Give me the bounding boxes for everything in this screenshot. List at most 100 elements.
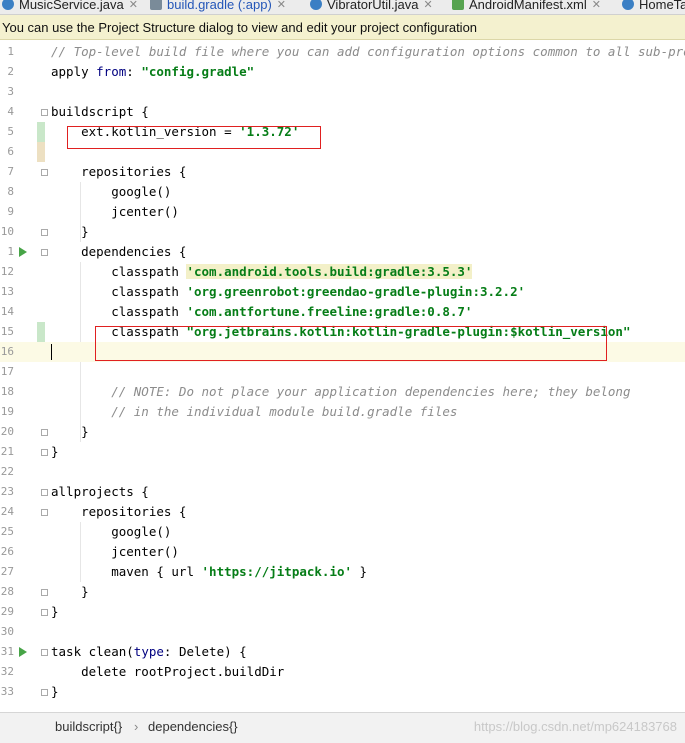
editor-tab-bar: MusicService.java ✕ build.gradle (:app) ✕ …: [0, 0, 685, 15]
code-text: // Top-level build file where you can ad…: [51, 44, 685, 59]
code-line[interactable]: 31 task clean(type: Delete) {: [0, 642, 685, 662]
close-icon[interactable]: ✕: [592, 0, 601, 11]
code-line[interactable]: 1 dependencies {: [0, 242, 685, 262]
manifest-icon: [452, 0, 464, 10]
code-line[interactable]: 30: [0, 622, 685, 642]
code-line[interactable]: 28 }: [0, 582, 685, 602]
code-text: allprojects {: [51, 484, 149, 499]
line-number: 23: [0, 485, 14, 498]
tab-label: build.gradle (:app): [167, 0, 272, 12]
tab-build-gradle[interactable]: build.gradle (:app) ✕: [150, 0, 286, 14]
code-text: classpath 'org.greenrobot:greendao-gradl…: [51, 284, 526, 299]
breadcrumb-item-buildscript[interactable]: buildscript{}: [55, 713, 122, 741]
code-line[interactable]: 1 // Top-level build file where you can a…: [0, 42, 685, 62]
tab-label: AndroidManifest.xml: [469, 0, 587, 12]
code-line[interactable]: 17: [0, 362, 685, 382]
line-number: 33: [0, 685, 14, 698]
code-text: }: [51, 584, 89, 599]
banner-text: You can use the Project Structure dialog…: [2, 20, 478, 35]
code-line[interactable]: 3: [0, 82, 685, 102]
code-text: jcenter(): [51, 544, 179, 559]
chevron-right-icon: ›: [134, 719, 139, 734]
code-line[interactable]: 14 classpath 'com.antfortune.freeline:gr…: [0, 302, 685, 322]
project-structure-banner: You can use the Project Structure dialog…: [0, 15, 685, 40]
code-text: classpath 'com.antfortune.freeline:gradl…: [51, 304, 473, 319]
line-number: 32: [0, 665, 14, 678]
code-text: google(): [51, 184, 172, 199]
line-number: 17: [0, 365, 14, 378]
line-number: 16: [0, 345, 14, 358]
code-text: delete rootProject.buildDir: [51, 664, 285, 679]
tab-music-service[interactable]: MusicService.java ✕: [2, 0, 138, 14]
line-number: 26: [0, 545, 14, 558]
close-icon[interactable]: ✕: [129, 0, 138, 11]
code-line[interactable]: 33}: [0, 682, 685, 702]
code-line[interactable]: 8 google(): [0, 182, 685, 202]
code-line[interactable]: 27 maven { url 'https://jitpack.io' }: [0, 562, 685, 582]
code-text: apply from: "config.gradle": [51, 64, 255, 79]
line-number: 7: [7, 165, 14, 178]
line-number: 2: [7, 65, 14, 78]
highlight-box: [67, 126, 321, 149]
line-number: 20: [0, 425, 14, 438]
code-line[interactable]: 4 buildscript {: [0, 102, 685, 122]
code-line[interactable]: 18 // NOTE: Do not place your applicatio…: [0, 382, 685, 402]
code-text: buildscript {: [51, 104, 149, 119]
code-line[interactable]: 24 repositories {: [0, 502, 685, 522]
code-text: repositories {: [51, 504, 187, 519]
line-number: 13: [0, 285, 14, 298]
code-text: dependencies {: [51, 244, 187, 259]
breadcrumb-item-dependencies[interactable]: dependencies{}: [148, 713, 238, 741]
tab-home[interactable]: HomeTa: [622, 0, 685, 14]
gradle-icon: [150, 0, 162, 10]
code-text: task clean(type: Delete) {: [51, 644, 247, 659]
code-line[interactable]: 10 }: [0, 222, 685, 242]
code-line[interactable]: 9 jcenter(): [0, 202, 685, 222]
code-text: }: [51, 684, 59, 699]
text-caret: [51, 344, 52, 360]
code-text: maven { url 'https://jitpack.io' }: [51, 564, 368, 579]
code-line[interactable]: 19 // in the individual module build.gra…: [0, 402, 685, 422]
code-line[interactable]: 25 google(): [0, 522, 685, 542]
code-line[interactable]: 26 jcenter(): [0, 542, 685, 562]
tab-label: HomeTa: [639, 0, 685, 12]
code-line[interactable]: 32 delete rootProject.buildDir: [0, 662, 685, 682]
code-line[interactable]: 2 apply from: "config.gradle": [0, 62, 685, 82]
code-line[interactable]: 13 classpath 'org.greenrobot:greendao-gr…: [0, 282, 685, 302]
code-text: }: [51, 224, 89, 239]
line-number: 18: [0, 385, 14, 398]
tab-label: MusicService.java: [19, 0, 124, 12]
line-number: 30: [0, 625, 14, 638]
line-number: 14: [0, 305, 14, 318]
code-line[interactable]: 12 classpath 'com.android.tools.build:gr…: [0, 262, 685, 282]
code-line[interactable]: 22: [0, 462, 685, 482]
line-number: 25: [0, 525, 14, 538]
close-icon[interactable]: ✕: [277, 0, 286, 11]
code-line[interactable]: 23 allprojects {: [0, 482, 685, 502]
code-line[interactable]: 21}: [0, 442, 685, 462]
tab-vibrator-util[interactable]: VibratorUtil.java ✕: [310, 0, 433, 14]
line-number: 19: [0, 405, 14, 418]
code-editor[interactable]: 1 // Top-level build file where you can a…: [0, 42, 685, 712]
close-icon[interactable]: ✕: [424, 0, 433, 11]
highlight-box: [95, 326, 607, 361]
line-number: 28: [0, 585, 14, 598]
code-line[interactable]: 20 }: [0, 422, 685, 442]
code-text: repositories {: [51, 164, 187, 179]
line-number: 1: [7, 245, 14, 258]
tab-label: VibratorUtil.java: [327, 0, 419, 12]
code-text: // in the individual module build.gradle…: [51, 404, 458, 419]
line-number: 31: [0, 645, 14, 658]
code-line[interactable]: 7 repositories {: [0, 162, 685, 182]
line-number: 27: [0, 565, 14, 578]
code-line[interactable]: 29}: [0, 602, 685, 622]
line-number: 10: [0, 225, 14, 238]
code-text: jcenter(): [51, 204, 179, 219]
line-number: 12: [0, 265, 14, 278]
code-text: // NOTE: Do not place your application d…: [51, 384, 631, 399]
class-icon: [310, 0, 322, 10]
line-number: 6: [7, 145, 14, 158]
line-number: 15: [0, 325, 14, 338]
tab-android-manifest[interactable]: AndroidManifest.xml ✕: [452, 0, 601, 14]
line-number: 29: [0, 605, 14, 618]
